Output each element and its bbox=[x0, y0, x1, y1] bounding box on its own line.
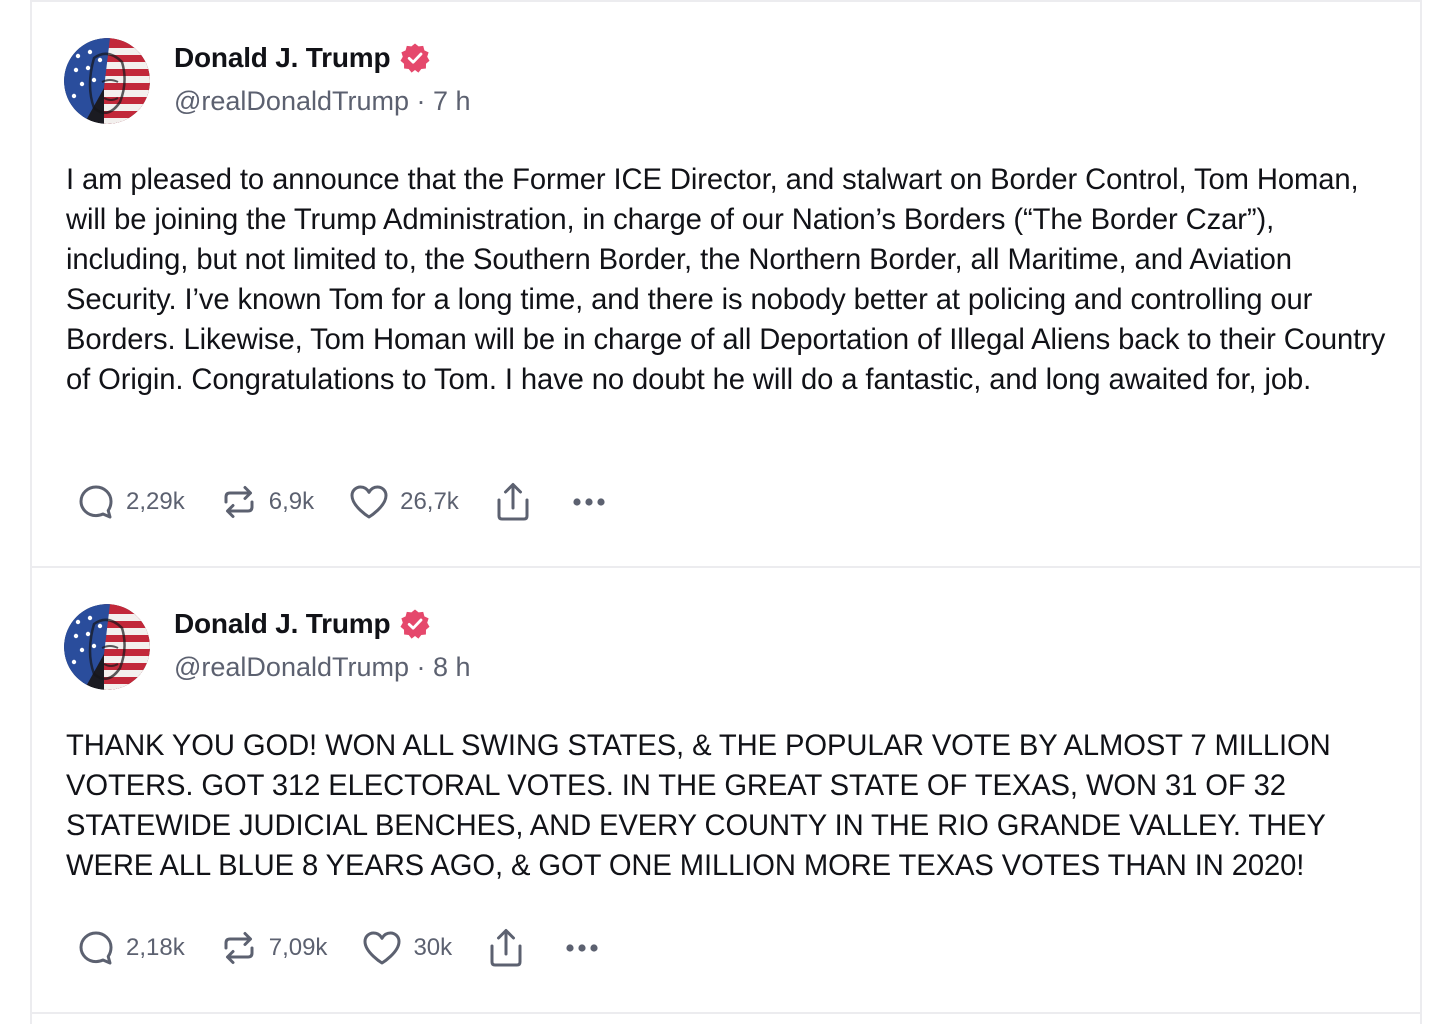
avatar[interactable] bbox=[64, 604, 150, 690]
more-options-button[interactable] bbox=[560, 928, 604, 968]
author-display-name[interactable]: Donald J. Trump bbox=[174, 42, 391, 74]
heart-icon bbox=[348, 482, 390, 522]
speech-bubble-icon bbox=[76, 928, 116, 968]
reply-button[interactable]: 2,18k bbox=[76, 928, 185, 968]
author-display-name[interactable]: Donald J. Trump bbox=[174, 608, 391, 640]
author-handle[interactable]: @realDonaldTrump bbox=[174, 652, 409, 682]
reply-button[interactable]: 2,29k bbox=[76, 482, 185, 522]
like-button[interactable]: 30k bbox=[361, 928, 452, 968]
post-body: I am pleased to announce that the Former… bbox=[66, 164, 1394, 396]
repost-count: 7,09k bbox=[268, 934, 328, 961]
verified-badge-icon bbox=[399, 42, 431, 74]
post-timestamp[interactable]: 7 h bbox=[433, 86, 471, 116]
author-name-row: Donald J. Trump bbox=[174, 604, 431, 644]
more-options-button[interactable] bbox=[567, 482, 611, 522]
post-actions: 2,29k 6,9k 26,7k bbox=[76, 480, 611, 524]
avatar[interactable] bbox=[64, 38, 150, 124]
share-button[interactable] bbox=[486, 927, 526, 969]
share-upload-icon bbox=[486, 927, 526, 969]
meta-separator: · bbox=[416, 86, 434, 116]
ellipsis-icon bbox=[567, 482, 611, 522]
repost-arrows-icon bbox=[219, 928, 259, 968]
author-handle-row: @realDonaldTrump · 8 h bbox=[174, 652, 471, 683]
repost-button[interactable]: 6,9k bbox=[219, 482, 314, 522]
author-handle-row: @realDonaldTrump · 7 h bbox=[174, 86, 471, 117]
share-button[interactable] bbox=[493, 481, 533, 523]
post-body: THANK YOU GOD! WON ALL SWING STATES, & T… bbox=[66, 730, 1339, 882]
repost-button[interactable]: 7,09k bbox=[219, 928, 328, 968]
author-handle[interactable]: @realDonaldTrump bbox=[174, 86, 409, 116]
reply-count: 2,29k bbox=[126, 488, 185, 515]
repost-arrows-icon bbox=[219, 482, 259, 522]
share-upload-icon bbox=[493, 481, 533, 523]
speech-bubble-icon bbox=[76, 482, 116, 522]
like-count: 30k bbox=[413, 934, 453, 961]
like-count: 26,7k bbox=[400, 488, 459, 515]
post-timestamp[interactable]: 8 h bbox=[433, 652, 471, 682]
author-name-row: Donald J. Trump bbox=[174, 38, 431, 78]
repost-count: 6,9k bbox=[268, 488, 315, 515]
like-button[interactable]: 26,7k bbox=[348, 482, 459, 522]
meta-separator: · bbox=[416, 652, 434, 682]
verified-badge-icon bbox=[399, 608, 431, 640]
post-card[interactable]: Donald J. Trump @realDonaldTrump · 8 h T… bbox=[32, 568, 1420, 1014]
heart-icon bbox=[361, 928, 403, 968]
ellipsis-icon bbox=[560, 928, 604, 968]
post-card[interactable]: Donald J. Trump @realDonaldTrump · 7 h I… bbox=[32, 2, 1420, 568]
post-feed: Donald J. Trump @realDonaldTrump · 7 h I… bbox=[30, 0, 1422, 1024]
post-actions: 2,18k 7,09k 30k bbox=[76, 926, 604, 970]
reply-count: 2,18k bbox=[126, 934, 185, 961]
